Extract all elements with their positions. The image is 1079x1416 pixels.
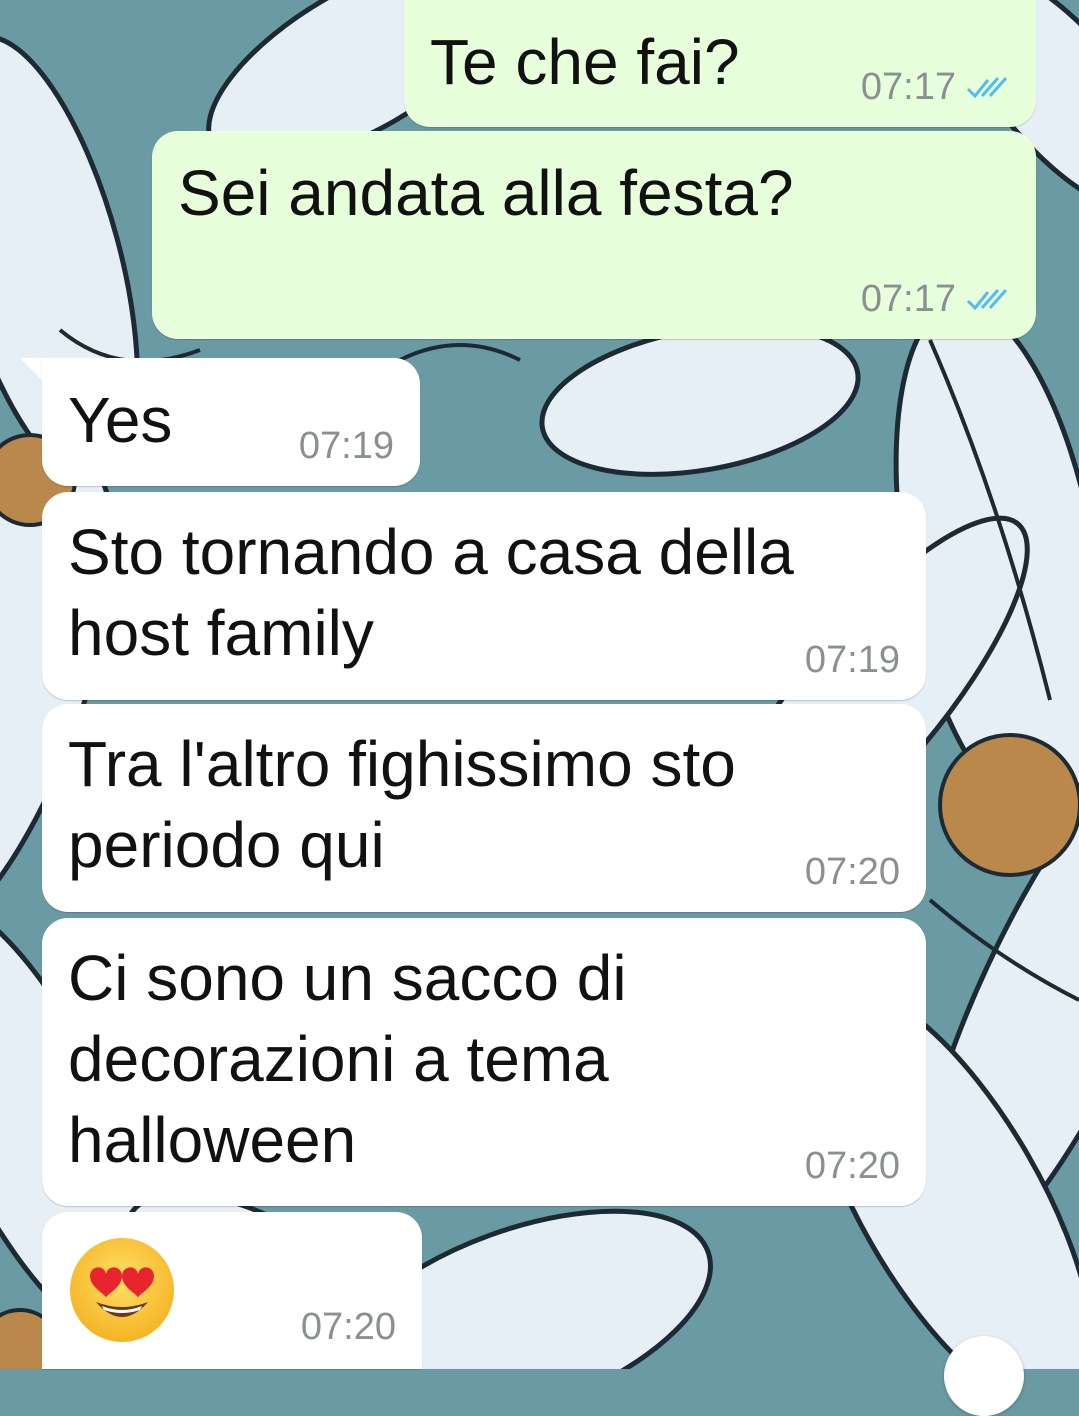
read-double-check-icon: [966, 288, 1008, 310]
message-time: 07:20: [804, 851, 900, 893]
incoming-message[interactable]: Sto tornando a casa della host family 07…: [42, 492, 926, 700]
message-meta: 07:20: [805, 851, 900, 894]
message-meta: 07:19: [805, 639, 900, 682]
message-text: Tra l'altro fighissimo sto periodo qui: [68, 728, 736, 881]
message-meta: 07:20: [805, 1145, 900, 1188]
message-time: 07:20: [300, 1306, 396, 1348]
incoming-message[interactable]: 07:20: [42, 1212, 422, 1369]
read-double-check-icon: [966, 76, 1008, 98]
message-time: 07:20: [804, 1145, 900, 1187]
incoming-message[interactable]: Ci sono un sacco di decorazioni a tema h…: [42, 918, 926, 1206]
message-meta: 07:17: [861, 66, 1010, 109]
outgoing-message[interactable]: Te che fai? 07:17: [404, 0, 1036, 127]
incoming-message[interactable]: Tra l'altro fighissimo sto periodo qui 0…: [42, 704, 926, 912]
message-meta: 07:20: [301, 1306, 396, 1349]
outgoing-message[interactable]: Sei andata alla festa? 07:17: [152, 131, 1036, 339]
message-text: Ci sono un sacco di decorazioni a tema h…: [68, 942, 627, 1176]
message-text: Sto tornando a casa della host family: [68, 516, 794, 669]
message-list[interactable]: Te che fai? 07:17 Sei andata alla festa?…: [0, 0, 1079, 1416]
message-time: 07:19: [298, 425, 394, 467]
message-meta: 07:19: [299, 425, 394, 468]
message-meta: 07:17: [861, 278, 1010, 321]
message-time: 07:19: [804, 639, 900, 681]
message-time: 07:17: [860, 278, 956, 320]
message-text: Sei andata alla festa?: [178, 157, 794, 229]
scroll-to-bottom-button[interactable]: [944, 1336, 1024, 1416]
message-time: 07:17: [860, 66, 956, 108]
incoming-message[interactable]: Yes 07:19: [42, 358, 420, 486]
heart-eyes-emoji-icon: [70, 1238, 174, 1342]
